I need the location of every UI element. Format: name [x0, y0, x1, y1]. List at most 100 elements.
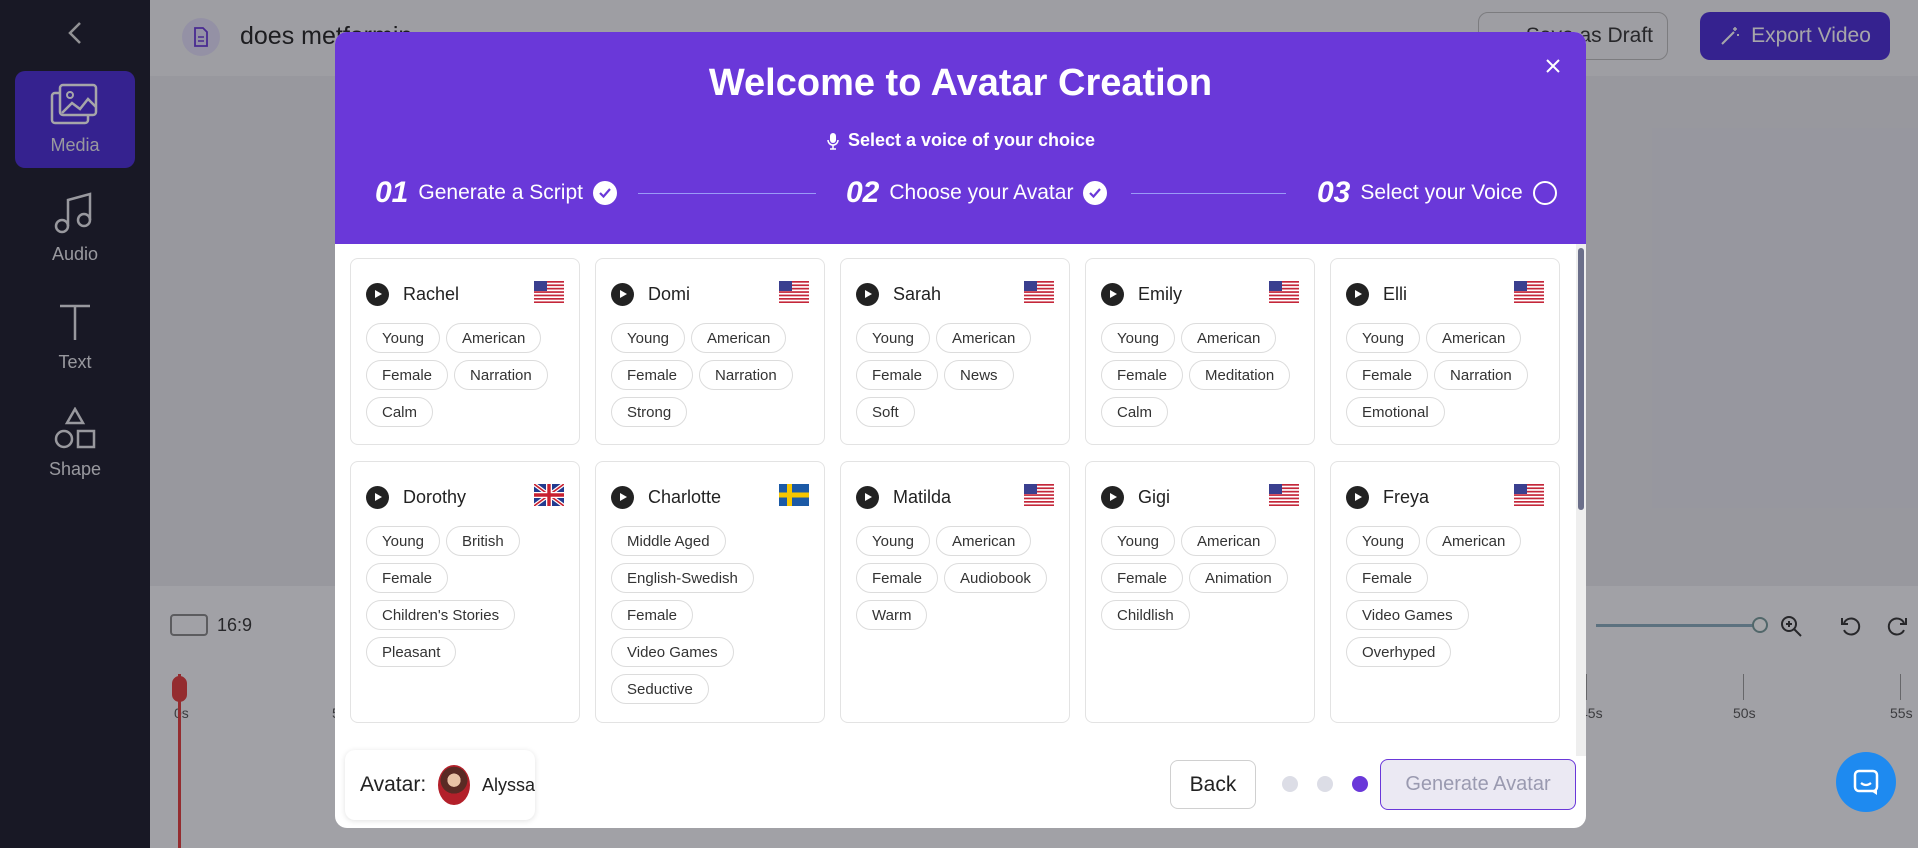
voice-card-header: Charlotte — [611, 483, 809, 511]
pagination-dot-active[interactable] — [1352, 776, 1368, 792]
voice-name: Domi — [648, 283, 691, 304]
play-icon[interactable] — [1101, 282, 1124, 306]
voice-tags: Young American Female Meditation Calm — [1101, 323, 1304, 427]
voice-tag: Calm — [366, 397, 434, 427]
voice-tag: Young — [856, 323, 930, 353]
pagination-dot[interactable] — [1282, 776, 1298, 792]
voice-card[interactable]: Sarah Young American Female News Soft — [840, 258, 1070, 445]
play-icon[interactable] — [366, 485, 389, 509]
step-select-voice: 03 Select your Voice — [1317, 176, 1557, 210]
voice-tag: Video Games — [1346, 600, 1469, 630]
voice-tags: Young American Female Narration Emotional — [1346, 323, 1549, 427]
play-icon[interactable] — [1101, 485, 1124, 509]
voice-card[interactable]: Rachel Young American Female Narration Calm — [350, 258, 580, 445]
voice-name: Charlotte — [648, 486, 722, 507]
voice-tag: American — [936, 526, 1032, 556]
voice-card[interactable]: Elli Young American Female Narration Emotiona… — [1330, 258, 1560, 445]
voice-tag: American — [1181, 323, 1277, 353]
voice-tag: British — [446, 526, 520, 556]
step-label: Generate a Script — [418, 181, 583, 204]
voice-card[interactable]: Domi Young American Female Narration Strong — [595, 258, 825, 445]
close-icon — [1546, 59, 1560, 73]
sweden-flag-icon — [779, 483, 809, 511]
voice-tag: Female — [1101, 563, 1184, 593]
voice-card[interactable]: Charlotte Middle Aged English-Swedish Femal… — [595, 461, 825, 723]
voice-tags: Young American Female Audiobook Warm — [856, 526, 1059, 630]
back-button[interactable]: Back — [1170, 760, 1256, 809]
voice-tag: Soft — [856, 397, 915, 427]
play-icon[interactable] — [1346, 485, 1369, 509]
voice-card[interactable]: Matilda Young American Female Audiobook Warm — [840, 461, 1070, 723]
close-modal-button[interactable] — [1539, 52, 1567, 80]
voice-name: Dorothy — [403, 486, 467, 507]
voice-tag: Narration — [454, 360, 548, 390]
voice-tag: American — [1181, 526, 1277, 556]
voice-tag: Female — [856, 360, 939, 390]
pagination-dot[interactable] — [1317, 776, 1333, 792]
voice-card-header: Rachel — [366, 280, 564, 307]
us-flag-icon — [1514, 280, 1544, 308]
modal-title: Welcome to Avatar Creation — [708, 62, 1213, 104]
us-flag-icon — [1269, 280, 1299, 308]
voice-tag: Young — [1346, 526, 1420, 556]
voice-card[interactable]: Gigi Young American Female Animation Childlis… — [1085, 461, 1315, 723]
voice-card-header: Sarah — [856, 280, 1054, 308]
voice-card[interactable]: Dorothy Young British Female Children's Stor… — [350, 461, 580, 723]
voice-tag: Narration — [1434, 360, 1528, 390]
voice-tag: Female — [366, 360, 449, 390]
uk-flag-icon — [532, 481, 566, 511]
step-label: Choose your Avatar — [889, 181, 1074, 204]
voice-name: Gigi — [1138, 486, 1171, 507]
step-number: 02 — [846, 176, 880, 209]
voice-tag: Female — [856, 563, 939, 593]
voice-tags: Young American Female Narration Calm — [366, 323, 569, 427]
voice-tags: Middle Aged English-Swedish Female Video Ga… — [611, 526, 814, 704]
chat-support-button[interactable] — [1836, 752, 1896, 812]
voice-card[interactable]: Emily Young American Female Meditation Calm — [1085, 258, 1315, 445]
voice-tag: Pleasant — [366, 637, 457, 667]
voice-tag: Middle Aged — [611, 526, 726, 556]
play-icon[interactable] — [1346, 282, 1369, 306]
modal-subtitle: Select a voice of your choice — [335, 130, 1586, 151]
voice-card-header: Elli — [1346, 280, 1544, 308]
check-circle-icon — [1083, 181, 1108, 205]
voice-tag: Young — [366, 323, 440, 353]
chat-icon — [1853, 769, 1879, 795]
voice-tag: Narration — [699, 360, 793, 390]
voice-card-header: Freya — [1346, 483, 1544, 510]
play-icon[interactable] — [366, 282, 389, 306]
play-icon[interactable] — [856, 282, 879, 306]
play-icon[interactable] — [611, 282, 634, 306]
play-icon[interactable] — [611, 485, 634, 509]
voice-card-header: Emily — [1101, 280, 1299, 308]
voice-tag: Female — [1346, 563, 1429, 593]
voice-card-header: Matilda — [856, 483, 1054, 510]
voice-tag: Young — [1346, 323, 1420, 353]
voice-tag: Young — [611, 323, 685, 353]
modal-header: Welcome to Avatar Creation Select a voic… — [335, 32, 1586, 244]
voice-tag: Female — [1101, 360, 1184, 390]
voice-tag: Meditation — [1189, 360, 1291, 390]
voice-tag: Warm — [856, 600, 928, 630]
play-icon[interactable] — [856, 485, 879, 509]
step-choose-avatar: 02 Choose your Avatar — [846, 176, 1108, 210]
voice-tag: American — [691, 323, 787, 353]
voice-name: Sarah — [893, 283, 942, 304]
avatar-name: Alyssa — [481, 774, 535, 795]
voice-tags: Young American Female News Soft — [856, 323, 1059, 427]
voice-tag: Female — [366, 563, 449, 593]
voice-card[interactable]: Freya Young American Female Video Games Overh… — [1330, 461, 1560, 723]
voice-tag: Female — [611, 600, 694, 630]
scrollbar-thumb[interactable] — [1578, 248, 1584, 510]
voice-tags: Young American Female Animation Childlish — [1101, 526, 1304, 630]
voice-tag: American — [446, 323, 542, 353]
voice-tag: American — [936, 323, 1032, 353]
us-flag-icon — [1024, 280, 1054, 308]
voice-tags: Young American Female Narration Strong — [611, 323, 814, 427]
voice-tag: Young — [856, 526, 930, 556]
voice-tag: News — [944, 360, 1014, 390]
step-connector — [638, 193, 816, 194]
voice-tag: Emotional — [1346, 397, 1445, 427]
generate-avatar-button[interactable]: Generate Avatar — [1380, 759, 1576, 810]
voice-name: Rachel — [403, 283, 460, 304]
